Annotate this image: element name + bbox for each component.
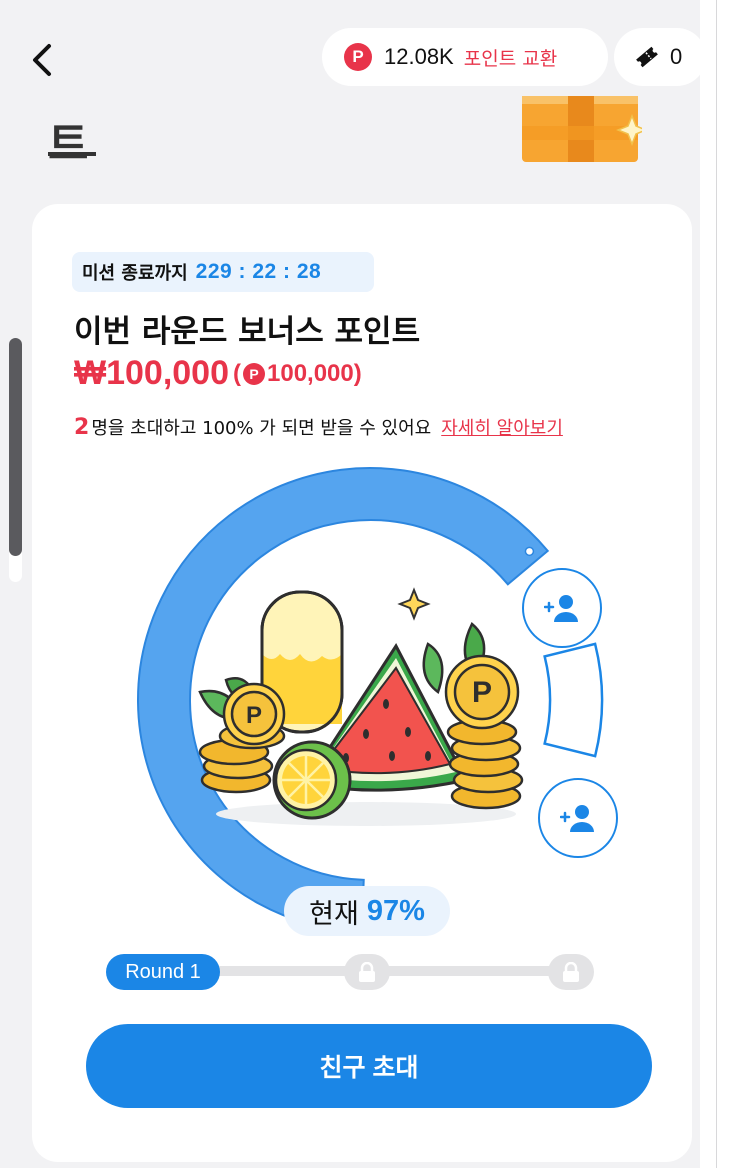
right-gutter-divider	[716, 0, 717, 1168]
add-person-icon	[544, 595, 578, 622]
page-title-underline	[48, 152, 96, 156]
lock-icon	[359, 962, 375, 982]
invite-friend-button[interactable]: 친구 초대	[86, 1024, 652, 1108]
reward-points-open-paren: (	[233, 359, 241, 387]
sparkle-icon	[397, 587, 431, 621]
friend-slot-1[interactable]	[522, 568, 602, 648]
friend-slot-2[interactable]	[538, 778, 618, 858]
svg-text:P: P	[246, 702, 262, 729]
points-balance: 12.08K	[384, 44, 454, 69]
current-progress-value: 97%	[366, 894, 425, 927]
timer-label: 미션 종료까지	[82, 263, 188, 284]
reward-amount: ₩100,000 ( P 100,000)	[74, 354, 362, 393]
back-button[interactable]	[26, 40, 58, 80]
ticket-button[interactable]: 0	[614, 28, 706, 86]
scrollbar-thumb[interactable]	[9, 338, 22, 556]
round-progress-track	[214, 966, 584, 976]
mission-timer: 미션 종료까지 229 : 22 : 28	[72, 252, 374, 292]
reward-points: ( P 100,000)	[233, 360, 362, 388]
round-3-locked	[548, 954, 594, 990]
ticket-icon	[636, 46, 658, 68]
right-gutter	[700, 0, 729, 1168]
reward-won-value: ₩100,000	[74, 354, 229, 392]
reward-points-value: 100,000)	[267, 359, 362, 387]
learn-more-link[interactable]: 자세히 알아보기	[441, 414, 563, 440]
invite-description: 2 명을 초대하고 100% 가 되면 받을 수 있어요 자세히 알아보기	[74, 414, 563, 440]
round-1-pill[interactable]: Round 1	[106, 954, 220, 990]
points-exchange-button[interactable]: P 12.08K 포인트 교환	[322, 28, 608, 86]
points-exchange-label: 포인트 교환	[463, 47, 558, 70]
reward-illustration: P P	[198, 587, 524, 826]
page-title: 트	[48, 119, 89, 170]
invite-count: 2	[74, 414, 90, 440]
chevron-left-icon	[33, 44, 51, 76]
points-coin-icon: P	[243, 362, 265, 385]
points-coin-icon: P	[344, 43, 372, 71]
ticket-count: 0	[670, 44, 683, 69]
round-2-locked	[344, 954, 390, 990]
svg-text:P: P	[472, 676, 492, 709]
lock-icon	[563, 962, 579, 982]
round-bonus-title: 이번 라운드 보너스 포인트	[74, 314, 421, 350]
gift-box-icon	[522, 96, 642, 162]
timer-value: 229 : 22 : 28	[195, 260, 322, 283]
current-progress: 현재 97%	[284, 886, 450, 936]
invite-text: 명을 초대하고 100% 가 되면 받을 수 있어요	[91, 418, 432, 439]
add-person-icon	[560, 805, 594, 832]
current-progress-label: 현재	[309, 898, 359, 930]
